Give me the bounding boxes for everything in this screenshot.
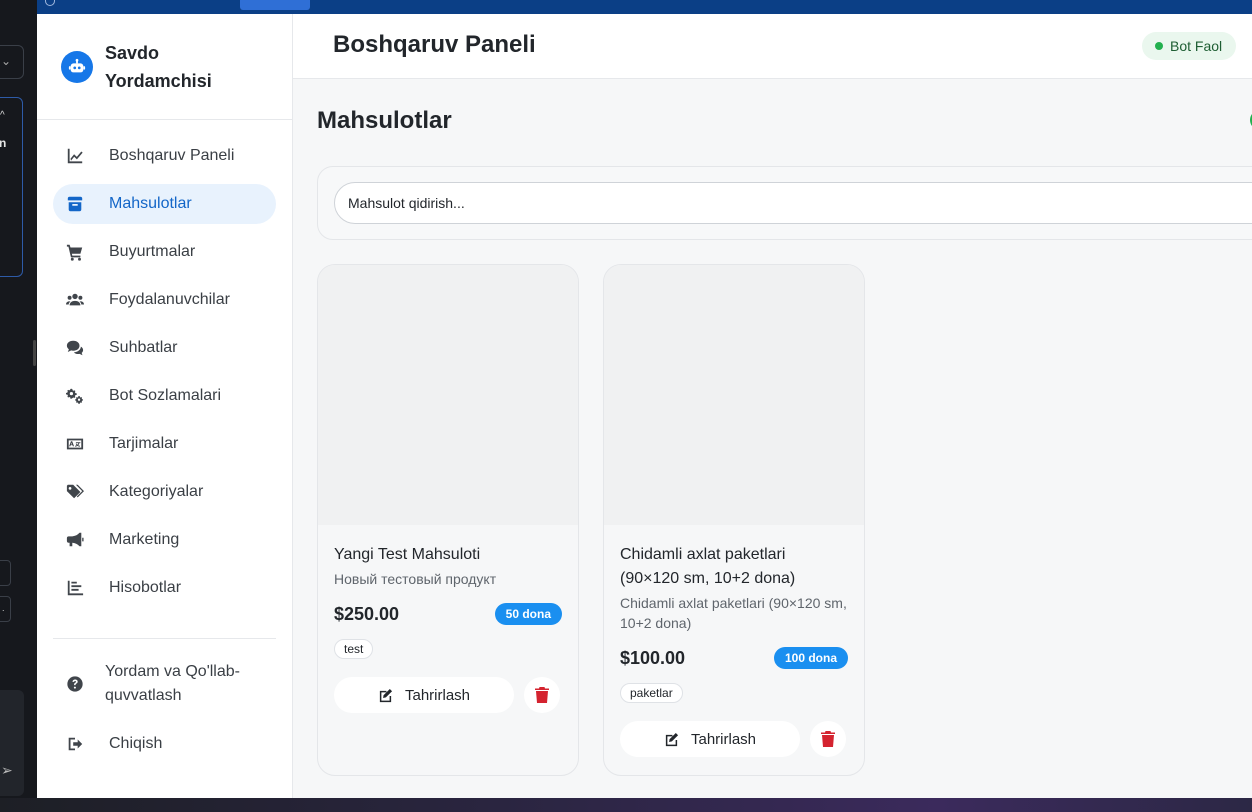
sidebar-item-bot-sozlamalari[interactable]: Bot Sozlamalari: [53, 376, 276, 416]
sidebar-item-label: Tarjimalar: [109, 435, 179, 452]
trash-icon: [535, 687, 549, 703]
box-icon: [65, 194, 85, 214]
sidebar-item-boshqaruv-paneli[interactable]: Boshqaruv Paneli: [53, 136, 276, 176]
sidebar-item-label: Buyurtmalar: [109, 243, 196, 260]
search-input[interactable]: [334, 182, 1252, 224]
page-title: Boshqaruv Paneli: [333, 31, 536, 58]
background-composer: ➢: [0, 690, 24, 796]
admin-app-window: Savdo Yordamchisi Boshqaruv Paneli Mahsu…: [37, 14, 1252, 798]
product-card-body: Yangi Test Mahsuloti Новый тестовый прод…: [318, 525, 578, 713]
sidebar-item-logout[interactable]: Chiqish: [53, 724, 276, 764]
robot-icon: [61, 50, 93, 83]
product-description: Chidamli axlat paketlari (90×120 sm, 10+…: [620, 595, 847, 631]
gears-icon: [65, 386, 85, 406]
trash-icon: [821, 731, 835, 747]
sidebar-footer: Yordam va Qo'llab-quvvatlash Chiqish: [53, 654, 276, 764]
stock-badge: 100 dona: [773, 647, 848, 669]
product-description: Новый тестовый продукт: [334, 571, 497, 587]
product-card: Yangi Test Mahsuloti Новый тестовый прод…: [317, 264, 579, 776]
cart-icon: [65, 242, 85, 262]
question-circle-icon: [65, 674, 85, 694]
help-label: Yordam va Qo'llab-quvvatlash: [105, 663, 240, 704]
sidebar-item-marketing[interactable]: Marketing: [53, 520, 276, 560]
background-window-titlebar: [0, 0, 1252, 14]
product-image-placeholder: [604, 265, 864, 525]
product-actions: Tahrirlash: [620, 721, 848, 757]
logout-label: Chiqish: [109, 735, 163, 752]
sidebar-item-foydalanuvchilar[interactable]: Foydalanuvchilar: [53, 280, 276, 320]
edit-icon: [379, 688, 393, 702]
category-tag: test: [334, 639, 374, 659]
main-content: Boshqaruv Paneli Bot Faol Mahsulotlar Ya…: [293, 14, 1252, 798]
product-card: Chidamli axlat paketlari (90×120 sm, 10+…: [603, 264, 865, 776]
background-titlebar-icon: [45, 0, 55, 6]
sidebar-item-label: Hisobotlar: [109, 579, 182, 596]
background-taskbar: [0, 798, 1252, 812]
delete-button[interactable]: [810, 721, 846, 757]
sidebar-item-kategoriyalar[interactable]: Kategoriyalar: [53, 472, 276, 512]
product-actions: Tahrirlash: [334, 677, 562, 713]
background-dropdown: ⌄: [0, 45, 24, 79]
sidebar-item-suhbatlar[interactable]: Suhbatlar: [53, 328, 276, 368]
product-name: Chidamli axlat paketlari (90×120 sm, 10+…: [620, 546, 796, 587]
brand-title: Savdo Yordamchisi: [105, 42, 212, 91]
bar-chart-icon: [65, 578, 85, 598]
product-image-placeholder: [318, 265, 578, 525]
edit-button[interactable]: Tahrirlash: [620, 721, 800, 757]
sidebar-item-label: Mahsulotlar: [109, 195, 192, 212]
section-title: Mahsulotlar: [317, 107, 452, 134]
category-tag: paketlar: [620, 683, 683, 703]
background-input: [0, 560, 11, 586]
product-price-row: $250.00 50 dona: [334, 603, 562, 625]
background-panel-glyph: n: [0, 136, 7, 150]
language-icon: [65, 434, 85, 454]
chat-icon: [65, 338, 85, 358]
product-price: $100.00: [620, 647, 686, 668]
sidebar: Savdo Yordamchisi Boshqaruv Paneli Mahsu…: [37, 14, 293, 798]
megaphone-icon: [65, 530, 85, 550]
sidebar-item-hisobotlar[interactable]: Hisobotlar: [53, 568, 276, 608]
product-card-body: Chidamli axlat paketlari (90×120 sm, 10+…: [604, 525, 864, 757]
background-window-panel: ⌄ ^ n . ➢: [0, 0, 37, 812]
chart-line-icon: [65, 146, 85, 166]
product-name: Yangi Test Mahsuloti: [334, 546, 481, 563]
sidebar-item-label: Boshqaruv Paneli: [109, 147, 235, 164]
chevron-up-icon: ^: [0, 110, 5, 121]
sidebar-item-label: Kategoriyalar: [109, 483, 204, 500]
tags-icon: [65, 482, 85, 502]
edit-button-label: Tahrirlash: [404, 686, 471, 704]
product-price-row: $100.00 100 dona: [620, 647, 848, 669]
sidebar-divider: [53, 638, 276, 639]
users-icon: [65, 290, 85, 310]
edit-icon: [665, 732, 679, 746]
send-icon: ➢: [1, 762, 13, 778]
stock-badge: 50 dona: [494, 603, 562, 625]
background-scroll-handle: [33, 340, 36, 366]
sidebar-item-mahsulotlar[interactable]: Mahsulotlar: [53, 184, 276, 224]
background-titlebar-tab: [240, 0, 310, 10]
sidebar-item-buyurtmalar[interactable]: Buyurtmalar: [53, 232, 276, 272]
status-badge: Bot Faol: [1142, 32, 1237, 60]
sidebar-item-label: Bot Sozlamalari: [109, 387, 222, 404]
search-card: [317, 166, 1252, 240]
sidebar-item-tarjimalar[interactable]: Tarjimalar: [53, 424, 276, 464]
sidebar-item-label: Foydalanuvchilar: [109, 291, 230, 308]
logout-icon: [65, 734, 85, 754]
topbar: Boshqaruv Paneli Bot Faol: [293, 14, 1252, 79]
edit-button[interactable]: Tahrirlash: [334, 677, 514, 713]
product-price: $250.00: [334, 603, 400, 624]
edit-button-label: Tahrirlash: [690, 730, 757, 748]
sidebar-item-help[interactable]: Yordam va Qo'llab-quvvatlash: [53, 654, 276, 714]
sidebar-nav: Boshqaruv Paneli Mahsulotlar Buyurtmalar…: [37, 120, 292, 608]
delete-button[interactable]: [524, 677, 560, 713]
brand: Savdo Yordamchisi: [37, 14, 292, 120]
sidebar-item-label: Suhbatlar: [109, 339, 178, 356]
background-input: .: [0, 596, 11, 622]
sidebar-item-label: Marketing: [109, 531, 180, 548]
background-panel-box: ^ n: [0, 97, 23, 277]
